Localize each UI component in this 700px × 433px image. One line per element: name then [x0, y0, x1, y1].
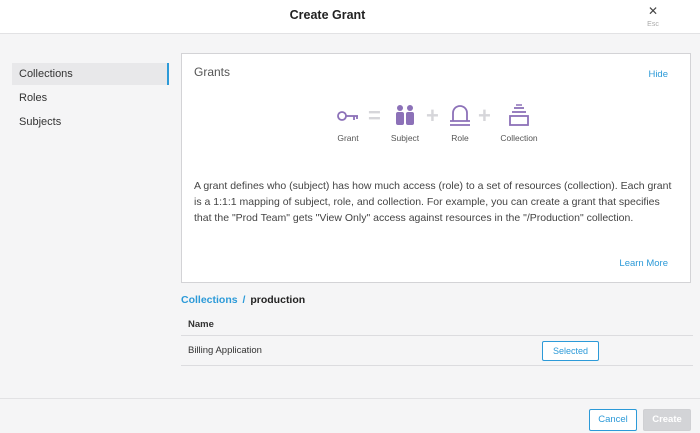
close-icon: ✕: [647, 4, 659, 18]
users-icon: [396, 105, 414, 125]
stack-icon: [509, 104, 529, 126]
formula-role: Role: [446, 104, 474, 143]
close-hint: Esc: [647, 21, 659, 28]
row-name: Billing Application: [188, 345, 262, 356]
sidebar: Collections Roles Subjects: [12, 63, 169, 135]
grant-description: A grant defines who (subject) has how mu…: [194, 180, 672, 224]
sidebar-item-collections[interactable]: Collections: [12, 63, 169, 85]
formula-label: Collection: [500, 133, 538, 143]
scale-icon: [450, 105, 470, 126]
equals-icon: =: [368, 103, 381, 128]
dialog-title: Create Grant: [289, 8, 366, 22]
plus-icon: +: [426, 103, 439, 128]
dialog-header: Create Grant ✕ Esc: [0, 0, 700, 33]
breadcrumb-collections-link[interactable]: Collections: [181, 294, 238, 306]
grants-info-card: Grants Hide Grant = Subject + Role + Col…: [181, 53, 691, 283]
table-row[interactable]: Billing Application Selected: [181, 336, 693, 366]
card-title: Grants: [194, 65, 231, 79]
column-header-name: Name: [181, 314, 693, 336]
learn-more-link[interactable]: Learn More: [619, 258, 668, 269]
sidebar-item-label: Collections: [19, 68, 73, 80]
formula-grant: Grant: [332, 104, 364, 143]
dialog-body: Collections Roles Subjects Grants Hide G…: [0, 33, 700, 398]
close-button[interactable]: ✕ Esc: [642, 5, 664, 28]
grant-formula: Grant = Subject + Role + Collection: [332, 104, 552, 154]
formula-collection: Collection: [496, 104, 542, 143]
sidebar-item-roles[interactable]: Roles: [12, 87, 169, 109]
create-button[interactable]: Create: [643, 409, 691, 431]
breadcrumb-separator: /: [242, 294, 246, 306]
plus-icon: +: [478, 103, 491, 128]
hide-link[interactable]: Hide: [648, 69, 668, 80]
sidebar-item-subjects[interactable]: Subjects: [12, 111, 169, 133]
breadcrumb: Collections / production: [181, 294, 305, 306]
formula-subject: Subject: [388, 104, 422, 143]
sidebar-item-label: Subjects: [19, 116, 62, 128]
sidebar-item-label: Roles: [19, 92, 48, 104]
formula-label: Role: [451, 133, 469, 143]
dialog-footer: Cancel Create: [0, 398, 700, 433]
collections-table: Name Billing Application Selected: [181, 314, 693, 366]
breadcrumb-current: production: [250, 294, 306, 306]
formula-label: Subject: [390, 133, 420, 143]
cancel-button[interactable]: Cancel: [589, 409, 637, 431]
formula-label: Grant: [337, 133, 359, 143]
selected-button[interactable]: Selected: [542, 341, 599, 361]
key-icon: [337, 111, 358, 121]
